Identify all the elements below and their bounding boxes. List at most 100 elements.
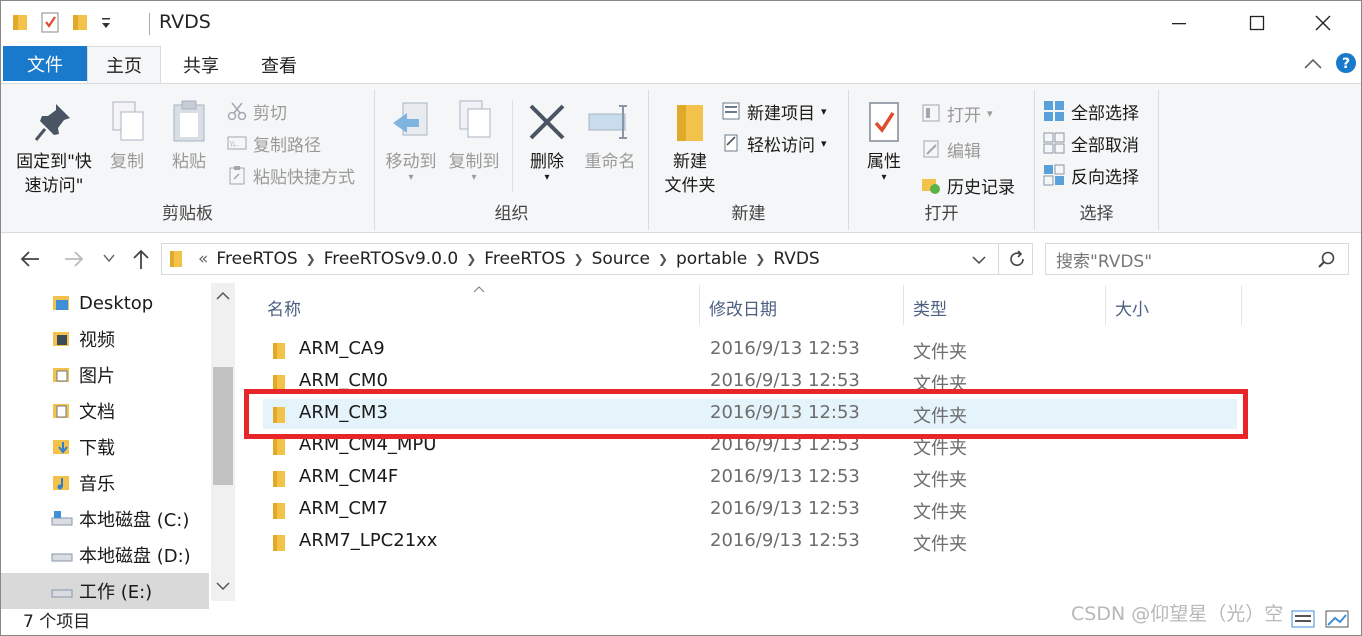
scroll-down-icon[interactable]	[216, 581, 230, 591]
back-arrow-icon[interactable]	[19, 250, 41, 268]
nav-item-downloads[interactable]: 下载	[1, 429, 209, 465]
new-folder-icon[interactable]	[71, 12, 89, 32]
column-divider[interactable]	[699, 285, 700, 325]
scroll-up-icon[interactable]	[216, 291, 230, 301]
select-all-button[interactable]: 全部选择	[1043, 96, 1139, 126]
file-type: 文件夹	[913, 534, 967, 555]
up-arrow-icon[interactable]	[131, 248, 151, 270]
minimize-icon	[1172, 23, 1186, 25]
select-none-icon	[1043, 132, 1065, 154]
select-all-label: 全部选择	[1071, 103, 1139, 124]
nav-item-music[interactable]: 音乐	[1, 465, 209, 501]
recent-locations-icon[interactable]	[103, 253, 115, 263]
copy-button[interactable]: 复制	[99, 98, 155, 174]
group-clipboard: 固定到"快 速访问" 复制 粘贴 剪切 \\.. 复制路径 粘贴快捷方式 剪贴板	[1, 90, 375, 230]
file-name: ARM7_LPC21xx	[299, 530, 438, 551]
breadcrumb-item[interactable]: FreeRTOSv9.0.0	[316, 249, 467, 269]
nav-pane-scrollbar[interactable]	[211, 283, 235, 601]
address-folder-icon	[170, 251, 182, 267]
paste-shortcut-button[interactable]: 粘贴快捷方式	[227, 160, 355, 190]
history-button[interactable]: 历史记录	[921, 170, 1015, 200]
details-view-icon[interactable]	[1291, 609, 1315, 629]
select-none-button[interactable]: 全部取消	[1043, 128, 1139, 158]
open-button[interactable]: 打开 ▾	[921, 98, 993, 128]
table-row[interactable]: ARM_CM7 2016/9/13 12:53 文件夹	[263, 495, 1237, 525]
table-row[interactable]: ARM_CA9 2016/9/13 12:53 文件夹	[263, 335, 1237, 365]
properties-button[interactable]: 属性 ▾	[857, 98, 911, 183]
nav-item-desktop[interactable]: Desktop	[1, 285, 209, 321]
chevron-right-icon[interactable]: ❯	[658, 252, 668, 266]
breadcrumb-item[interactable]: FreeRTOS	[208, 249, 305, 269]
column-header-name[interactable]: 名称	[267, 295, 301, 320]
column-divider[interactable]	[1105, 285, 1106, 325]
group-select: 全部选择 全部取消 反向选择 选择	[1035, 90, 1159, 230]
nav-item-documents[interactable]: 文档	[1, 393, 209, 429]
column-header-modified[interactable]: 修改日期	[709, 295, 777, 320]
invert-selection-button[interactable]: 反向选择	[1043, 160, 1139, 190]
column-divider[interactable]	[1241, 285, 1242, 325]
easy-access-button[interactable]: 轻松访问 ▾	[721, 128, 827, 158]
search-icon[interactable]	[1318, 251, 1336, 269]
close-icon	[1315, 15, 1331, 31]
column-header-size[interactable]: 大小	[1115, 295, 1149, 320]
pictures-folder-icon	[53, 368, 69, 382]
nav-item-drive-c[interactable]: 本地磁盘 (C:)	[1, 501, 209, 537]
nav-item-pictures[interactable]: 图片	[1, 357, 209, 393]
nav-pane-scroll-thumb[interactable]	[213, 367, 233, 485]
paste-button[interactable]: 粘贴	[161, 98, 217, 174]
paste-icon	[173, 100, 205, 142]
chevron-right-icon[interactable]: ❯	[574, 252, 584, 266]
easy-access-dropdown-icon: ▾	[821, 136, 827, 150]
chevron-right-icon[interactable]: ❯	[755, 252, 765, 266]
file-modified: 2016/9/13 12:53	[710, 530, 860, 551]
column-divider[interactable]	[903, 285, 904, 325]
copy-path-button[interactable]: \\.. 复制路径	[227, 128, 321, 158]
chevron-right-icon[interactable]: ❯	[466, 252, 476, 266]
maximize-button[interactable]	[1219, 1, 1295, 45]
close-button[interactable]	[1285, 1, 1361, 45]
tab-share[interactable]: 共享	[167, 46, 235, 83]
help-icon[interactable]: ?	[1335, 52, 1357, 74]
select-none-label: 全部取消	[1071, 135, 1139, 156]
new-item-button[interactable]: 新建项目 ▾	[721, 96, 827, 126]
table-row[interactable]: ARM7_LPC21xx 2016/9/13 12:53 文件夹	[263, 527, 1237, 557]
cut-label: 剪切	[253, 103, 287, 124]
downloads-folder-icon	[53, 440, 69, 454]
breadcrumb-item[interactable]: portable	[668, 249, 755, 269]
tab-file[interactable]: 文件	[3, 46, 87, 81]
collapse-ribbon-icon[interactable]	[1303, 57, 1323, 71]
breadcrumb-item[interactable]: FreeRTOS	[476, 249, 573, 269]
new-folder-button[interactable]: 新建 文件夹	[655, 98, 725, 198]
copy-to-dropdown-icon: ▾	[471, 172, 477, 183]
address-bar[interactable]: « FreeRTOS ❯ FreeRTOSv9.0.0 ❯ FreeRTOS ❯…	[161, 243, 1033, 275]
nav-item-videos[interactable]: 视频	[1, 321, 209, 357]
refresh-icon[interactable]	[1008, 250, 1026, 268]
tab-view[interactable]: 查看	[245, 46, 313, 83]
minimize-button[interactable]	[1141, 1, 1217, 45]
column-header-type[interactable]: 类型	[913, 295, 947, 320]
pin-quick-access-button[interactable]: 固定到"快 速访问"	[9, 98, 99, 198]
copy-to-button[interactable]: 复制到 ▾	[443, 98, 505, 183]
rename-button[interactable]: 重命名	[577, 98, 643, 174]
breadcrumb-overflow[interactable]: «	[198, 249, 208, 269]
organize-group-label: 组织	[494, 204, 529, 224]
cut-button[interactable]: 剪切	[227, 96, 287, 126]
folder-icon	[273, 439, 285, 455]
address-dropdown-icon[interactable]	[972, 255, 986, 265]
large-icons-view-icon[interactable]	[1325, 609, 1349, 629]
folder-icon[interactable]	[11, 12, 29, 32]
edit-button[interactable]: 编辑	[921, 134, 981, 164]
nav-item-drive-d[interactable]: 本地磁盘 (D:)	[1, 537, 209, 573]
properties-icon[interactable]	[39, 11, 61, 33]
ribbon-tabs: 文件 主页 共享 查看 ?	[1, 45, 1361, 83]
table-row[interactable]: ARM_CM4F 2016/9/13 12:53 文件夹	[263, 463, 1237, 493]
delete-button[interactable]: 删除 ▾	[519, 98, 575, 183]
breadcrumb-item[interactable]: Source	[584, 249, 658, 269]
customize-qat-icon[interactable]	[99, 12, 113, 32]
forward-arrow-icon[interactable]	[63, 250, 85, 268]
search-box[interactable]: 搜索"RVDS"	[1045, 243, 1349, 275]
tab-home[interactable]: 主页	[87, 46, 161, 83]
breadcrumb-item[interactable]: RVDS	[765, 249, 827, 269]
chevron-right-icon[interactable]: ❯	[306, 252, 316, 266]
move-to-button[interactable]: 移动到 ▾	[381, 98, 441, 183]
